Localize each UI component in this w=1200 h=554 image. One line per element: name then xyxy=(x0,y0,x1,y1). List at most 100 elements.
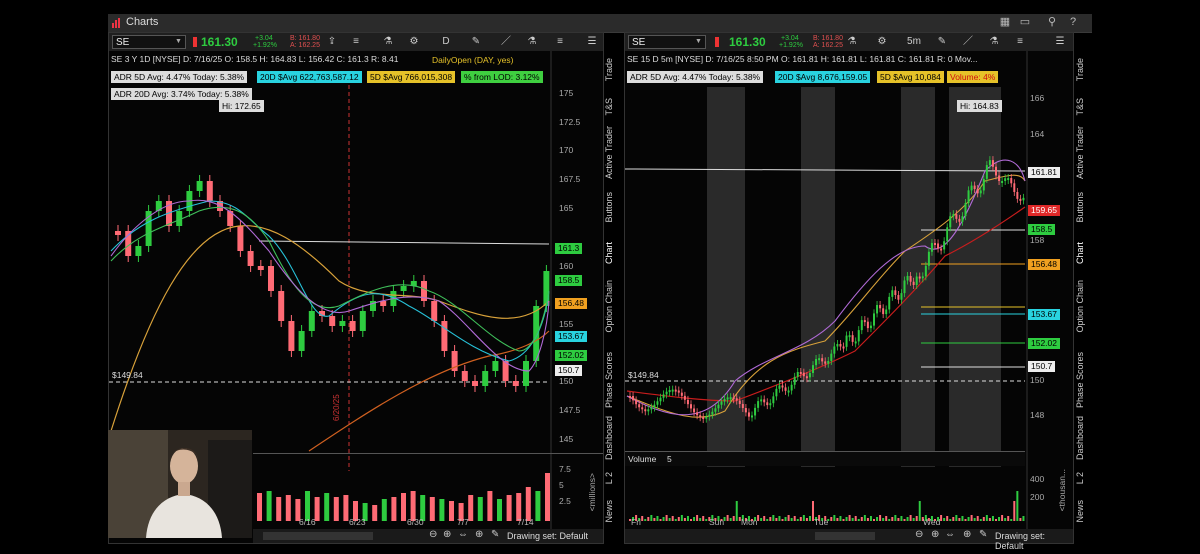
right-style-icon[interactable]: ≡ xyxy=(1013,35,1027,49)
right-volume-bar xyxy=(683,518,686,521)
right-crosshair-icon[interactable]: ⊕ xyxy=(963,529,971,540)
side-tab-buttons[interactable]: Buttons xyxy=(604,192,620,223)
right-zoom-in-icon[interactable]: ⊕ xyxy=(931,529,939,540)
right-pan-arrows-icon[interactable]: ⇔ xyxy=(945,529,955,540)
side-tab-phase-scores[interactable]: Phase Scores xyxy=(604,352,620,408)
right-candle xyxy=(924,265,927,277)
right-ytick: 164 xyxy=(1030,129,1045,139)
right-volume-bar xyxy=(1013,501,1016,521)
right-volume-bar xyxy=(903,519,906,521)
side-tab-phase-scores[interactable]: Phase Scores xyxy=(1075,352,1091,408)
side-tab-chart[interactable]: Chart xyxy=(604,242,620,264)
side-tab-option-chain[interactable]: Option Chain xyxy=(604,280,620,333)
detach-window-icon[interactable]: ▭ xyxy=(1018,16,1032,28)
side-tab-trade[interactable]: Trade xyxy=(1075,58,1091,81)
style-icon[interactable]: ≡ xyxy=(553,35,567,49)
left-candle xyxy=(533,306,540,361)
right-volume-bar xyxy=(842,519,845,521)
right-candle xyxy=(851,335,854,342)
zoom-out-icon[interactable]: ⊖ xyxy=(429,529,437,540)
right-chart-svg[interactable] xyxy=(625,51,1073,541)
flask-icon[interactable]: ⚗ xyxy=(381,35,395,49)
right-volume-bar xyxy=(805,518,808,521)
left-volume-bars xyxy=(257,473,550,521)
side-tab-l2[interactable]: L 2 xyxy=(1075,472,1091,484)
zoom-in-icon[interactable]: ⊕ xyxy=(443,529,451,540)
help-icon[interactable]: ? xyxy=(1066,16,1080,28)
right-candle xyxy=(674,389,677,392)
right-candle xyxy=(680,392,683,396)
right-volume-bar xyxy=(955,515,958,521)
side-tab-dashboard[interactable]: Dashboard xyxy=(604,416,620,460)
right-menu-icon[interactable]: ☰ xyxy=(1053,35,1067,49)
right-drawing-set[interactable]: Drawing set: Default xyxy=(995,531,1073,551)
right-pencil-icon[interactable]: ✎ xyxy=(979,529,987,540)
pin-icon[interactable]: ⚲ xyxy=(1045,16,1059,28)
draw-pen-icon[interactable]: ✎ xyxy=(469,35,483,49)
side-tab-option-chain[interactable]: Option Chain xyxy=(1075,280,1091,333)
settings-gear-icon[interactable]: ⚙ xyxy=(407,35,421,49)
left-scrollbar[interactable] xyxy=(263,532,373,540)
right-candle xyxy=(982,178,985,191)
side-tab-dashboard[interactable]: Dashboard xyxy=(1075,416,1091,460)
right-volume-bar xyxy=(906,517,909,521)
right-candle xyxy=(949,216,952,228)
left-savg20-badge: 20D $Avg 622,763,587.12 xyxy=(257,71,362,83)
share-icon[interactable]: ⇪ xyxy=(325,35,339,49)
left-symbol-dropdown-icon[interactable]: ▼ xyxy=(175,38,182,45)
left-volume-bar xyxy=(285,495,291,521)
right-candle xyxy=(876,305,879,314)
right-volume-bar xyxy=(839,516,842,521)
left-candle xyxy=(329,316,336,326)
right-savg5-badge: 5D $Avg 10,084 xyxy=(877,71,944,83)
lines-icon[interactable]: ≡ xyxy=(349,35,363,49)
right-volume-bar xyxy=(1022,516,1025,521)
right-volume-bar xyxy=(644,519,647,521)
right-draw-pen-icon[interactable]: ✎ xyxy=(935,35,949,49)
right-zoom-out-icon[interactable]: ⊖ xyxy=(915,529,923,540)
right-price-label: 153.67 xyxy=(1028,309,1060,320)
side-tab-active-trader[interactable]: Active Trader xyxy=(604,126,620,179)
right-candle xyxy=(869,325,872,329)
left-drawing-set[interactable]: Drawing set: Default xyxy=(507,531,588,541)
right-draw-line-icon[interactable]: ／ xyxy=(961,35,975,49)
right-period-button[interactable]: 5m xyxy=(905,35,923,49)
crosshair-icon[interactable]: ⊕ xyxy=(475,529,483,540)
right-symbol-dropdown-icon[interactable]: ▼ xyxy=(695,38,702,45)
right-scrollbar[interactable] xyxy=(815,532,875,540)
menu-icon[interactable]: ☰ xyxy=(585,35,599,49)
right-candle xyxy=(815,359,818,366)
right-studies-icon[interactable]: ⚗ xyxy=(987,35,1001,49)
side-tab-chart[interactable]: Chart xyxy=(1075,242,1091,264)
side-tab-ts[interactable]: T&S xyxy=(604,98,620,116)
right-volume-bar xyxy=(860,517,863,521)
side-tab-news[interactable]: News xyxy=(604,500,620,523)
side-tab-l2[interactable]: L 2 xyxy=(604,472,620,484)
side-tab-trade[interactable]: Trade xyxy=(604,58,620,81)
right-volume-bar xyxy=(888,519,891,521)
studies-icon[interactable]: ⚗ xyxy=(525,35,539,49)
right-candle xyxy=(671,389,674,392)
left-ytick: 145 xyxy=(559,434,574,444)
left-vol-tick: 7.5 xyxy=(559,464,571,474)
right-candle xyxy=(885,309,888,315)
right-settings-gear-icon[interactable]: ⚙ xyxy=(875,35,889,49)
right-price-label: 158.5 xyxy=(1028,224,1056,235)
right-volume-bar xyxy=(662,517,665,521)
right-volume-value: 5 xyxy=(667,454,672,464)
right-candle xyxy=(991,160,994,167)
pan-arrows-icon[interactable]: ⇔ xyxy=(458,529,468,540)
side-tab-news[interactable]: News xyxy=(1075,500,1091,523)
pencil-icon[interactable]: ✎ xyxy=(491,529,499,540)
grid-layout-icon[interactable]: ▦ xyxy=(998,16,1012,28)
side-tab-buttons[interactable]: Buttons xyxy=(1075,192,1091,223)
right-candle xyxy=(995,166,997,176)
right-flask-icon[interactable]: ⚗ xyxy=(845,35,859,49)
right-change-pct: +1.92% xyxy=(779,42,803,49)
draw-line-icon[interactable]: ／ xyxy=(499,35,513,49)
left-candle xyxy=(461,371,468,381)
right-candle xyxy=(988,160,991,166)
side-tab-ts[interactable]: T&S xyxy=(1075,98,1091,116)
side-tab-active-trader[interactable]: Active Trader xyxy=(1075,126,1091,179)
left-period-button[interactable]: D xyxy=(439,35,453,49)
